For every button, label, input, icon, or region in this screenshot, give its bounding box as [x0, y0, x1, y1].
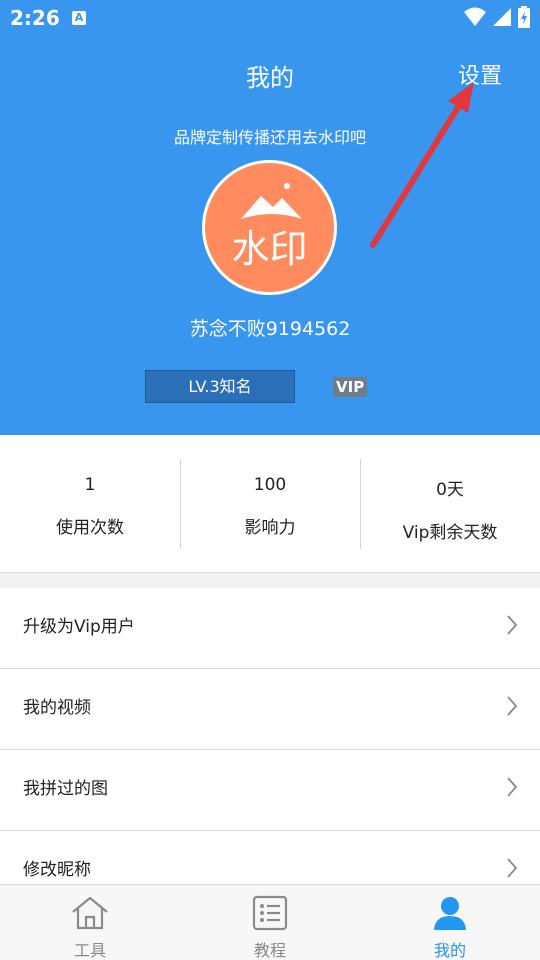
tab-mine[interactable]: 我的 — [360, 885, 540, 960]
stats-panel: 1 使用次数 100 影响力 0天 Vip剩余天数 — [0, 435, 540, 573]
stat-vip-days: 0天 Vip剩余天数 — [360, 435, 540, 572]
menu-list: 升级为Vip用户 我的视频 我拼过的图 修改昵称 — [0, 588, 540, 912]
menu-item-label: 我的视频 — [23, 698, 91, 718]
vip-badge: VIP — [333, 377, 368, 397]
list-icon — [252, 895, 288, 931]
menu-item-upgrade-vip[interactable]: 升级为Vip用户 — [0, 588, 540, 669]
stat-value: 100 — [253, 475, 287, 495]
stat-value: 1 — [84, 475, 96, 495]
home-icon — [72, 896, 108, 930]
user-icon — [434, 897, 466, 930]
wifi-icon — [464, 7, 486, 26]
chevron-right-icon — [507, 615, 518, 635]
tab-label: 我的 — [433, 941, 466, 960]
status-bar: 2:26 A — [0, 0, 540, 36]
slogan-text: 品牌定制传播还用去水印吧 — [173, 128, 366, 147]
menu-item-label: 我拼过的图 — [23, 779, 108, 799]
chevron-right-icon — [507, 777, 518, 797]
stat-label: 影响力 — [244, 518, 296, 538]
menu-item-label: 修改昵称 — [23, 860, 91, 880]
level-badge: LV.3知名 — [145, 370, 295, 403]
menu-item-label: 升级为Vip用户 — [23, 617, 135, 637]
chevron-right-icon — [507, 858, 518, 878]
status-icons — [464, 6, 530, 28]
bottom-tab-bar: 工具 教程 我的 — [0, 884, 540, 960]
section-divider — [0, 573, 540, 588]
tab-label: 工具 — [73, 941, 106, 960]
stat-usage-count: 1 使用次数 — [0, 435, 180, 572]
avatar-text: 水印 — [231, 227, 307, 271]
stat-label: Vip剩余天数 — [402, 523, 498, 543]
stat-label: 使用次数 — [56, 518, 124, 538]
chevron-right-icon — [507, 696, 518, 716]
stat-value: 0天 — [436, 480, 464, 500]
tab-tutorial[interactable]: 教程 — [180, 885, 360, 960]
watermark-logo: 水印 — [231, 183, 308, 271]
stat-influence: 100 影响力 — [180, 435, 360, 572]
notification-icon: A — [72, 11, 86, 25]
battery-icon — [518, 6, 530, 28]
menu-item-my-collages[interactable]: 我拼过的图 — [0, 750, 540, 831]
menu-item-my-videos[interactable]: 我的视频 — [0, 669, 540, 750]
settings-button[interactable]: 设置 — [458, 58, 502, 90]
signal-icon — [493, 8, 511, 26]
status-time: 2:26 — [10, 6, 60, 30]
tab-tools[interactable]: 工具 — [0, 885, 180, 960]
username: 苏念不败9194562 — [189, 318, 351, 340]
tab-label: 教程 — [253, 941, 286, 960]
avatar[interactable]: 水印 — [202, 160, 337, 295]
profile-header: 我的 设置 品牌定制传播还用去水印吧 水印 苏念不败9194562 LV.3知名… — [0, 36, 540, 435]
